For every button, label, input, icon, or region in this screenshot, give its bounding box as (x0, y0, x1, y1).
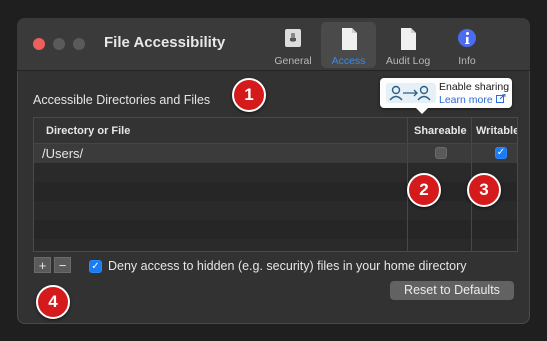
row-path: /Users/ (42, 146, 84, 161)
annotation-badge-3: 3 (467, 173, 501, 207)
sharing-people-icon (386, 82, 436, 107)
tab-access[interactable]: Access (321, 22, 376, 68)
reset-to-defaults-button[interactable]: Reset to Defaults (390, 281, 514, 300)
add-button[interactable]: + (34, 257, 51, 273)
tab-info[interactable]: Info (445, 22, 489, 68)
directories-table: Directory or File Shareable Writable /Us… (33, 117, 518, 252)
table-row-empty (34, 201, 517, 220)
table-header: Directory or File Shareable Writable (34, 118, 517, 144)
deny-hidden-label: Deny access to hidden (e.g. security) fi… (108, 259, 467, 273)
tab-audit-log[interactable]: Audit Log (379, 22, 437, 68)
annotation-badge-4: 4 (36, 285, 70, 319)
table-row-empty (34, 239, 517, 251)
shareable-checkbox[interactable] (435, 147, 447, 159)
minimize-button[interactable] (53, 38, 65, 50)
document-icon (339, 27, 359, 54)
tab-general[interactable]: General (269, 22, 317, 68)
header-directory[interactable]: Directory or File (46, 125, 130, 137)
table-row-empty (34, 163, 517, 182)
sharing-tooltip[interactable]: Enable sharing Learn more (380, 78, 512, 114)
learn-more-link[interactable]: Learn more (439, 93, 506, 106)
title-bar: File Accessibility General Access Audit … (17, 18, 530, 71)
zoom-button[interactable] (73, 38, 85, 50)
tab-audit-log-label: Audit Log (385, 55, 431, 67)
switch-icon (283, 27, 303, 52)
table-row[interactable]: /Users/ ✓ (34, 144, 517, 163)
learn-more-label: Learn more (439, 94, 493, 106)
table-row-empty (34, 220, 517, 239)
external-link-icon (495, 93, 506, 106)
tooltip-title: Enable sharing (439, 81, 510, 93)
close-button[interactable] (33, 38, 45, 50)
tab-general-label: General (274, 55, 312, 67)
document-icon (398, 27, 418, 54)
header-shareable[interactable]: Shareable (414, 125, 467, 137)
remove-button[interactable]: − (54, 257, 71, 273)
deny-hidden-checkbox[interactable]: ✓ (89, 260, 102, 273)
tab-access-label: Access (331, 55, 366, 67)
table-row-empty (34, 182, 517, 201)
window-title: File Accessibility (104, 34, 226, 51)
file-accessibility-window: File Accessibility General Access Audit … (17, 18, 530, 324)
tab-info-label: Info (458, 55, 476, 67)
section-title: Accessible Directories and Files (33, 93, 211, 107)
annotation-badge-1: 1 (232, 78, 266, 112)
info-icon (456, 27, 478, 52)
header-writable[interactable]: Writable (476, 125, 517, 137)
annotation-badge-2: 2 (407, 173, 441, 207)
writable-checkbox[interactable]: ✓ (495, 147, 507, 159)
